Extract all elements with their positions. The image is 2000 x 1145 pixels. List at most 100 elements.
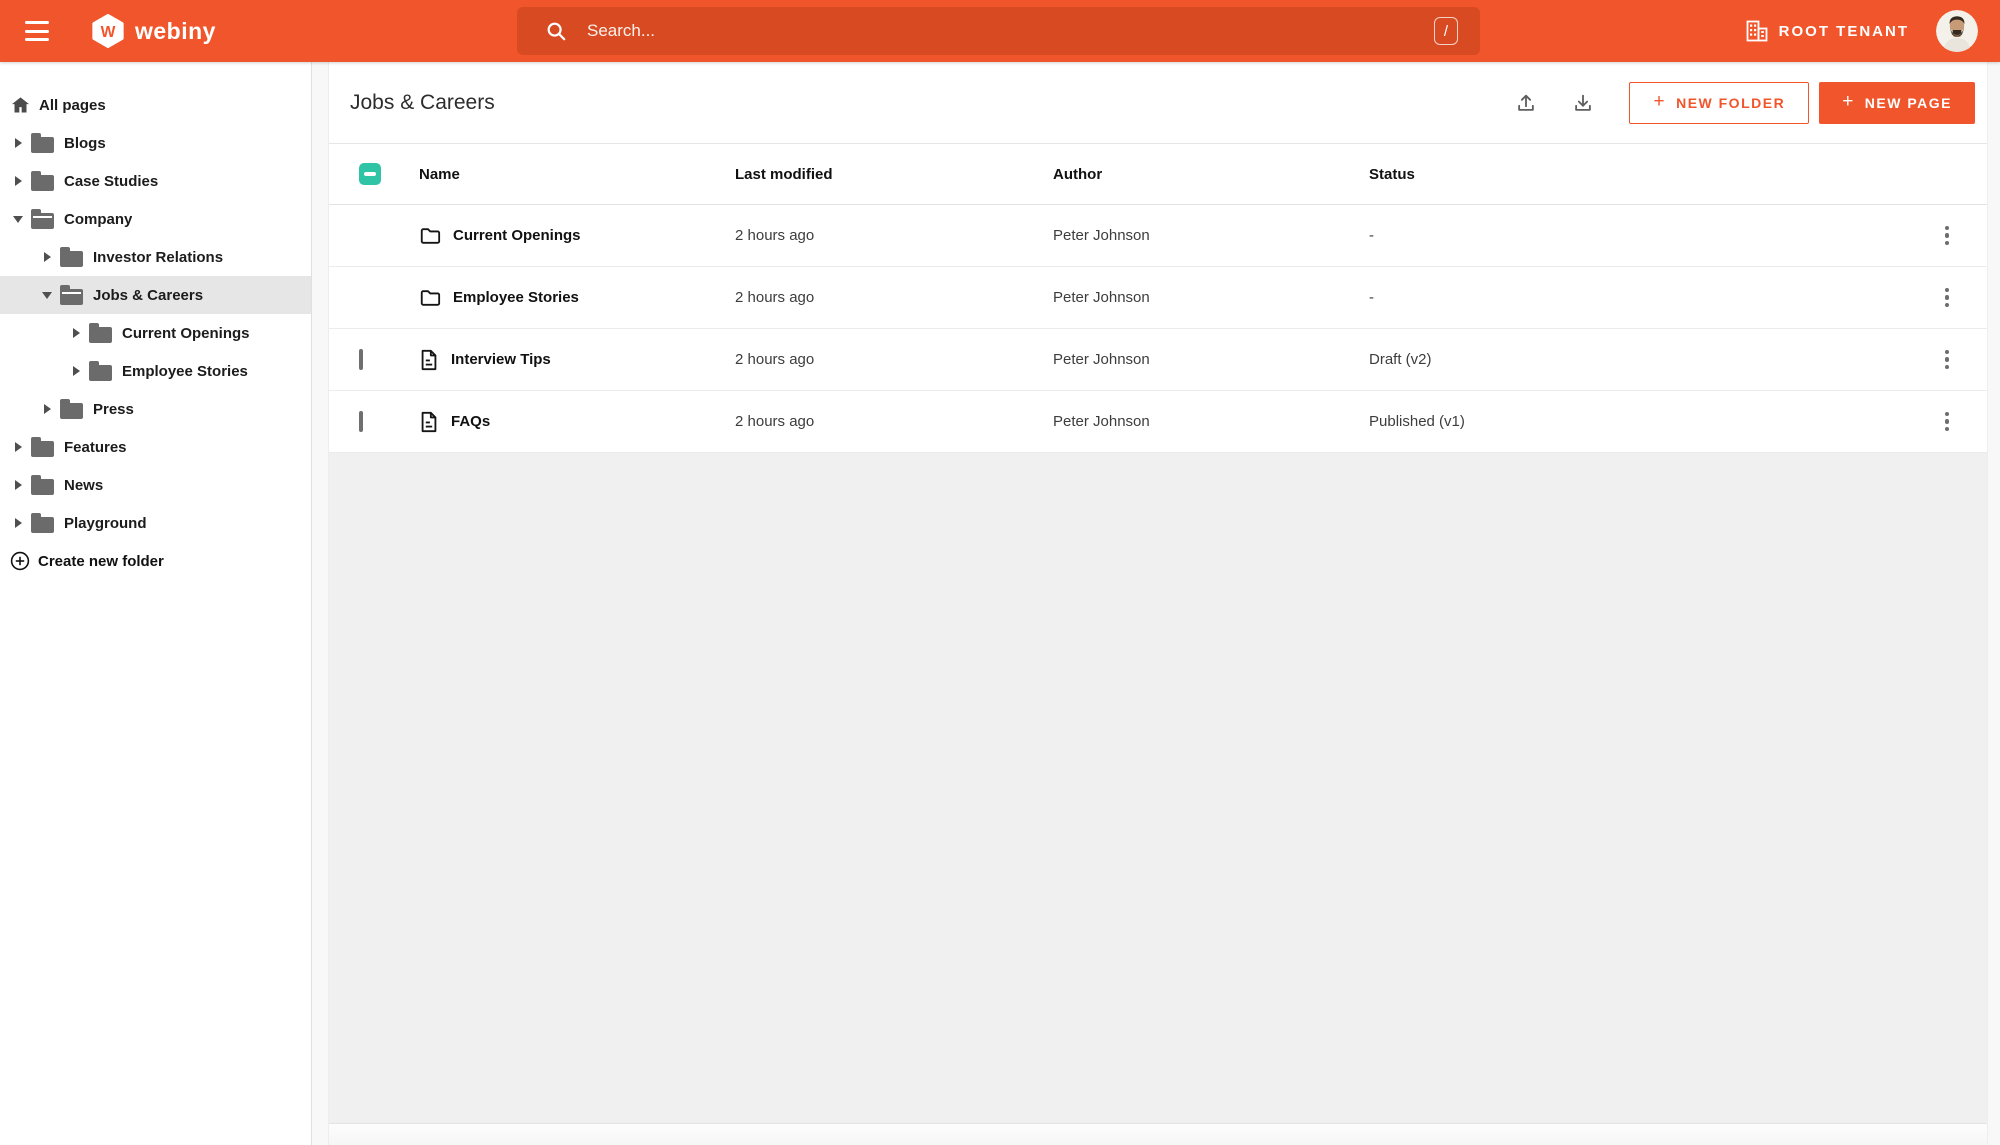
tenant-selector[interactable]: ROOT TENANT	[1745, 20, 1909, 42]
empty-area	[329, 453, 1987, 1123]
folder-open-icon	[31, 208, 54, 229]
row-author: Peter Johnson	[1053, 289, 1150, 306]
sidebar-scrollbar-gutter[interactable]	[311, 62, 329, 1145]
row-modified: 2 hours ago	[735, 289, 815, 306]
select-all-checkbox[interactable]	[359, 163, 381, 185]
bottom-scrollbar-strip[interactable]	[329, 1123, 1987, 1145]
folder-open-icon	[60, 284, 83, 305]
page-header: Jobs & Careers + NEW FOLDER + NEW PAGE	[329, 62, 1987, 143]
row-name[interactable]: Employee Stories	[453, 289, 579, 306]
row-status: Published (v1)	[1369, 413, 1465, 430]
row-checkbox[interactable]	[359, 349, 363, 370]
header-actions: + NEW FOLDER + NEW PAGE	[1504, 81, 1975, 125]
folder-tree-sidebar: All pages Blogs Case Studies Company Inv…	[0, 62, 311, 1145]
page-title: Jobs & Careers	[350, 90, 495, 114]
home-icon	[12, 97, 29, 113]
webiny-hexagon-icon: W	[92, 13, 124, 48]
chevron-right-icon[interactable]	[12, 138, 24, 148]
row-menu-kebab-icon[interactable]	[1939, 282, 1956, 314]
search-input[interactable]	[587, 21, 1434, 41]
folder-icon	[31, 474, 54, 495]
table-row[interactable]: FAQs 2 hours ago Peter Johnson Published…	[329, 391, 1987, 453]
main-content: Jobs & Careers + NEW FOLDER + NEW PAGE N…	[329, 62, 2000, 1145]
column-header-name[interactable]: Name	[419, 166, 735, 183]
column-header-last-modified[interactable]: Last modified	[735, 166, 1053, 183]
table-row[interactable]: Current Openings 2 hours ago Peter Johns…	[329, 205, 1987, 267]
chevron-right-icon[interactable]	[70, 328, 82, 338]
page-outline-icon	[421, 411, 437, 432]
column-header-status[interactable]: Status	[1369, 166, 1907, 183]
chevron-right-icon[interactable]	[70, 366, 82, 376]
table-header-row: Name Last modified Author Status	[329, 143, 1987, 205]
folder-outline-icon	[420, 227, 441, 244]
sidebar-item-current-openings[interactable]: Current Openings	[0, 314, 311, 352]
row-status: -	[1369, 227, 1374, 244]
folder-icon	[31, 512, 54, 533]
folder-icon	[89, 360, 112, 381]
export-button[interactable]	[1561, 81, 1605, 125]
row-modified: 2 hours ago	[735, 413, 815, 430]
row-status: Draft (v2)	[1369, 351, 1432, 368]
sidebar-item-case-studies[interactable]: Case Studies	[0, 162, 311, 200]
topbar-right-cluster: ROOT TENANT	[1745, 10, 1978, 52]
folder-icon	[31, 436, 54, 457]
row-menu-kebab-icon[interactable]	[1939, 344, 1956, 376]
table-row[interactable]: Interview Tips 2 hours ago Peter Johnson…	[329, 329, 1987, 391]
table-row[interactable]: Employee Stories 2 hours ago Peter Johns…	[329, 267, 1987, 329]
folder-icon	[60, 398, 83, 419]
sidebar-item-company[interactable]: Company	[0, 200, 311, 238]
row-menu-kebab-icon[interactable]	[1939, 406, 1956, 438]
sidebar-item-blogs[interactable]: Blogs	[0, 124, 311, 162]
webiny-logo[interactable]: W webiny	[91, 13, 216, 49]
search-bar[interactable]: /	[517, 7, 1480, 55]
chevron-down-icon[interactable]	[12, 215, 24, 223]
column-header-author[interactable]: Author	[1053, 166, 1369, 183]
chevron-right-icon[interactable]	[41, 252, 53, 262]
row-status: -	[1369, 289, 1374, 306]
import-button[interactable]	[1504, 81, 1548, 125]
row-name[interactable]: Interview Tips	[451, 351, 551, 368]
chevron-right-icon[interactable]	[12, 480, 24, 490]
sidebar-item-features[interactable]: Features	[0, 428, 311, 466]
row-author: Peter Johnson	[1053, 227, 1150, 244]
tenant-label: ROOT TENANT	[1778, 22, 1909, 40]
main-scrollbar-gutter[interactable]	[1987, 62, 2000, 1145]
new-page-button[interactable]: + NEW PAGE	[1819, 81, 1975, 124]
new-folder-button[interactable]: + NEW FOLDER	[1629, 81, 1810, 124]
row-author: Peter Johnson	[1053, 413, 1150, 430]
page-outline-icon	[421, 349, 437, 370]
sidebar-item-news[interactable]: News	[0, 466, 311, 504]
top-bar: W webiny / ROOT TENANT	[0, 0, 2000, 62]
row-checkbox[interactable]	[359, 411, 363, 432]
sidebar-item-employee-stories[interactable]: Employee Stories	[0, 352, 311, 390]
folder-icon	[89, 322, 112, 343]
download-icon	[1575, 94, 1592, 111]
search-icon	[547, 22, 566, 41]
upload-icon	[1518, 94, 1535, 111]
row-menu-kebab-icon[interactable]	[1939, 220, 1956, 252]
chevron-right-icon[interactable]	[12, 518, 24, 528]
user-avatar[interactable]	[1936, 10, 1978, 52]
plus-icon: +	[1653, 90, 1667, 112]
folder-icon	[60, 246, 83, 267]
chevron-down-icon[interactable]	[41, 291, 53, 299]
folder-icon	[31, 170, 54, 191]
chevron-right-icon[interactable]	[12, 176, 24, 186]
chevron-right-icon[interactable]	[12, 442, 24, 452]
sidebar-item-investor-relations[interactable]: Investor Relations	[0, 238, 311, 276]
slash-shortcut-badge: /	[1434, 17, 1458, 45]
row-name[interactable]: Current Openings	[453, 227, 581, 244]
row-modified: 2 hours ago	[735, 351, 815, 368]
sidebar-item-press[interactable]: Press	[0, 390, 311, 428]
brand-wordmark: webiny	[135, 17, 216, 44]
create-new-folder-button[interactable]: Create new folder	[0, 542, 311, 580]
folder-outline-icon	[420, 289, 441, 306]
sidebar-item-playground[interactable]: Playground	[0, 504, 311, 542]
sidebar-item-all-pages[interactable]: All pages	[0, 86, 311, 124]
tenant-building-icon	[1746, 20, 1768, 42]
chevron-right-icon[interactable]	[41, 404, 53, 414]
sidebar-item-jobs-careers[interactable]: Jobs & Careers	[0, 276, 311, 314]
plus-icon: +	[1842, 90, 1855, 112]
row-name[interactable]: FAQs	[451, 413, 490, 430]
menu-icon[interactable]	[25, 21, 49, 41]
